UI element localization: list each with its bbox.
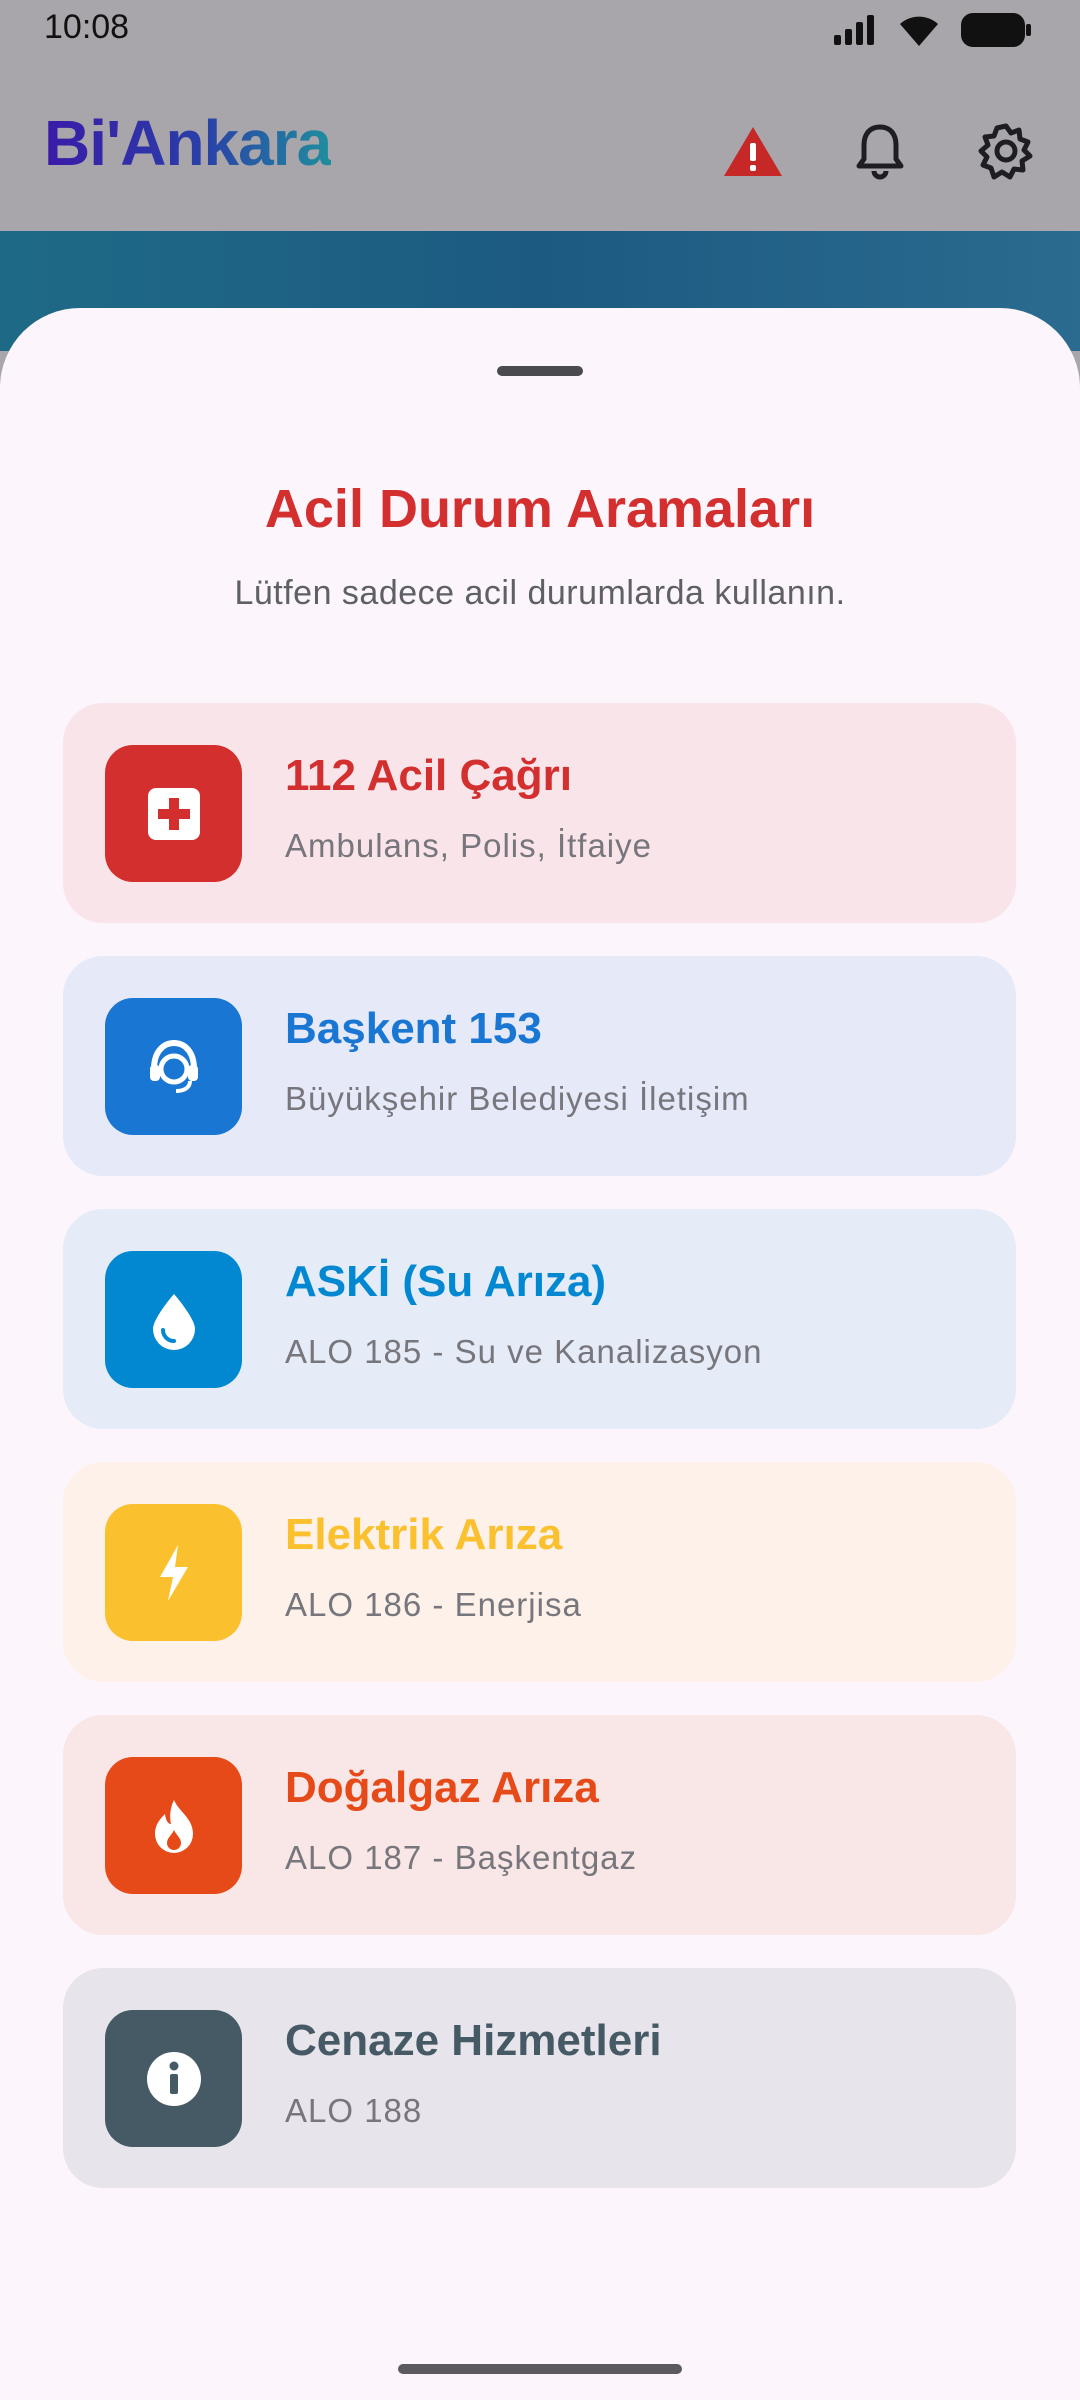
card-icon-box xyxy=(105,2010,242,2147)
emergency-item-cenaze[interactable]: Cenaze Hizmetleri ALO 188 xyxy=(63,1968,1016,2188)
gesture-nav-handle[interactable] xyxy=(398,2364,682,2374)
sheet-subtitle: Lütfen sadece acil durumlarda kullanın. xyxy=(234,574,846,612)
card-icon-box xyxy=(105,1757,242,1894)
status-time: 10:08 xyxy=(44,8,130,46)
signal-icon xyxy=(834,15,874,45)
emergency-item-aski[interactable]: ASKİ (Su Arıza) ALO 185 - Su ve Kanaliza… xyxy=(63,1209,1016,1429)
info-icon xyxy=(146,2051,201,2106)
settings-button[interactable] xyxy=(971,116,1041,186)
sheet-drag-handle[interactable] xyxy=(497,366,583,376)
first-aid-icon xyxy=(147,787,200,840)
flame-icon xyxy=(154,1799,193,1853)
app-logo: Bi'Ankara xyxy=(44,107,332,179)
card-title: Cenaze Hizmetleri xyxy=(285,2016,662,2065)
card-icon-box xyxy=(105,998,242,1135)
bolt-icon xyxy=(159,1544,188,1601)
card-title: Elektrik Arıza xyxy=(285,1510,563,1559)
card-subtitle: Büyükşehir Belediyesi İletişim xyxy=(285,1080,750,1117)
emergency-list: 112 Acil Çağrı Ambulans, Polis, İtfaiye … xyxy=(63,703,1016,2221)
card-subtitle: ALO 185 - Su ve Kanalizasyon xyxy=(285,1333,763,1370)
card-subtitle: ALO 187 - Başkentgaz xyxy=(285,1839,638,1876)
status-icons xyxy=(832,12,1032,48)
card-title: Doğalgaz Arıza xyxy=(285,1763,599,1812)
emergency-warning-button[interactable] xyxy=(718,116,788,186)
card-subtitle: ALO 188 xyxy=(285,2092,423,2129)
emergency-item-elektrik[interactable]: Elektrik Arıza ALO 186 - Enerjisa xyxy=(63,1462,1016,1682)
card-subtitle: ALO 186 - Enerjisa xyxy=(285,1586,582,1623)
support-agent-icon xyxy=(149,1039,198,1093)
warning-icon xyxy=(724,127,782,176)
card-title: Başkent 153 xyxy=(285,1004,542,1053)
sheet-title: Acil Durum Aramaları xyxy=(264,479,816,539)
card-icon-box xyxy=(105,745,242,882)
card-title: ASKİ (Su Arıza) xyxy=(285,1257,607,1306)
gear-icon xyxy=(978,123,1033,180)
notifications-button[interactable] xyxy=(845,116,915,186)
card-subtitle: Ambulans, Polis, İtfaiye xyxy=(285,827,652,864)
card-icon-box xyxy=(105,1251,242,1388)
app-bar: Bi'Ankara xyxy=(0,60,1080,231)
card-icon-box xyxy=(105,1504,242,1641)
wifi-icon xyxy=(900,16,938,46)
status-bar: 10:08 xyxy=(0,0,1080,60)
card-title: 112 Acil Çağrı xyxy=(285,751,572,800)
bell-icon xyxy=(856,124,904,180)
emergency-sheet: Acil Durum Aramaları Lütfen sadece acil … xyxy=(0,308,1080,2400)
water-drop-icon xyxy=(152,1293,195,1350)
battery-icon xyxy=(961,13,1031,47)
emergency-item-112[interactable]: 112 Acil Çağrı Ambulans, Polis, İtfaiye xyxy=(63,703,1016,923)
emergency-item-baskent-153[interactable]: Başkent 153 Büyükşehir Belediyesi İletiş… xyxy=(63,956,1016,1176)
emergency-item-dogalgaz[interactable]: Doğalgaz Arıza ALO 187 - Başkentgaz xyxy=(63,1715,1016,1935)
